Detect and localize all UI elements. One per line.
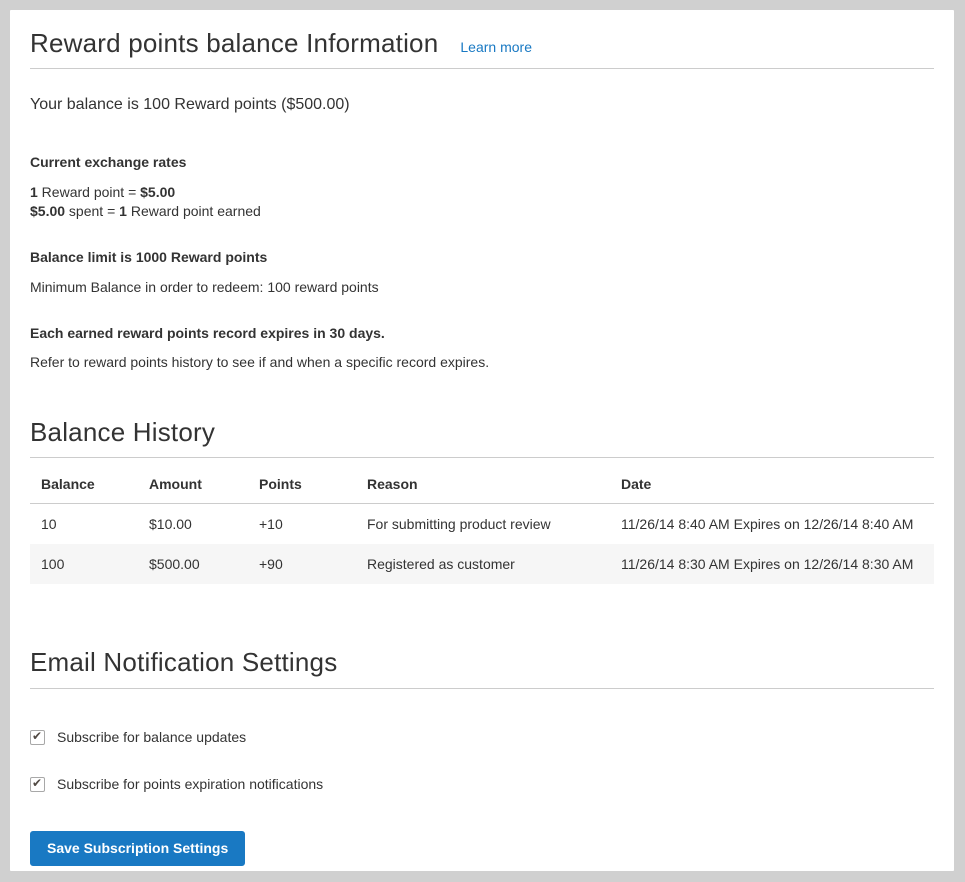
column-header-reason: Reason — [356, 466, 610, 504]
cell-amount: $500.00 — [138, 544, 248, 584]
exchange-rate-line-1: 1 Reward point = $5.00 — [30, 184, 175, 200]
reward-points-card: Reward points balance Information Learn … — [10, 10, 954, 871]
learn-more-link[interactable]: Learn more — [460, 39, 532, 55]
balance-limit-heading: Balance limit is 1000 Reward points — [30, 248, 934, 267]
exchange-rate-line-2: $5.00 spent = 1 Reward point earned — [30, 203, 261, 219]
expiry-text: Refer to reward points history to see if… — [30, 353, 934, 372]
cell-date: 11/26/14 8:30 AM Expires on 12/26/14 8:3… — [610, 544, 934, 584]
cell-points: +90 — [248, 544, 356, 584]
cell-balance: 10 — [30, 504, 138, 545]
minimum-balance-text: Minimum Balance in order to redeem: 100 … — [30, 278, 934, 297]
expiry-heading: Each earned reward points record expires… — [30, 324, 934, 343]
email-notification-heading: Email Notification Settings — [30, 647, 934, 688]
column-header-date: Date — [610, 466, 934, 504]
points-expiration-label[interactable]: Subscribe for points expiration notifica… — [57, 775, 323, 794]
column-header-amount: Amount — [138, 466, 248, 504]
page-title: Reward points balance Information — [30, 28, 438, 59]
cell-amount: $10.00 — [138, 504, 248, 545]
cell-points: +10 — [248, 504, 356, 545]
cell-date: 11/26/14 8:40 AM Expires on 12/26/14 8:4… — [610, 504, 934, 545]
page-title-row: Reward points balance Information Learn … — [30, 28, 934, 69]
table-row: 10 $10.00 +10 For submitting product rev… — [30, 504, 934, 545]
cell-reason: For submitting product review — [356, 504, 610, 545]
subscribe-balance-updates-field: Subscribe for balance updates — [30, 728, 934, 747]
table-row: 100 $500.00 +90 Registered as customer 1… — [30, 544, 934, 584]
cell-balance: 100 — [30, 544, 138, 584]
column-header-points: Points — [248, 466, 356, 504]
points-expiration-checkbox[interactable] — [30, 777, 45, 792]
table-header-row: Balance Amount Points Reason Date — [30, 466, 934, 504]
column-header-balance: Balance — [30, 466, 138, 504]
cell-reason: Registered as customer — [356, 544, 610, 584]
balance-history-table: Balance Amount Points Reason Date 10 $10… — [30, 466, 934, 584]
subscribe-expiration-field: Subscribe for points expiration notifica… — [30, 775, 934, 794]
balance-updates-checkbox[interactable] — [30, 730, 45, 745]
exchange-rate-lines: 1 Reward point = $5.00 $5.00 spent = 1 R… — [30, 183, 934, 221]
save-subscription-settings-button[interactable]: Save Subscription Settings — [30, 831, 245, 866]
balance-updates-label[interactable]: Subscribe for balance updates — [57, 728, 246, 747]
exchange-rates-heading: Current exchange rates — [30, 153, 934, 172]
balance-history-heading: Balance History — [30, 417, 934, 458]
balance-summary: Your balance is 100 Reward points ($500.… — [30, 94, 934, 116]
